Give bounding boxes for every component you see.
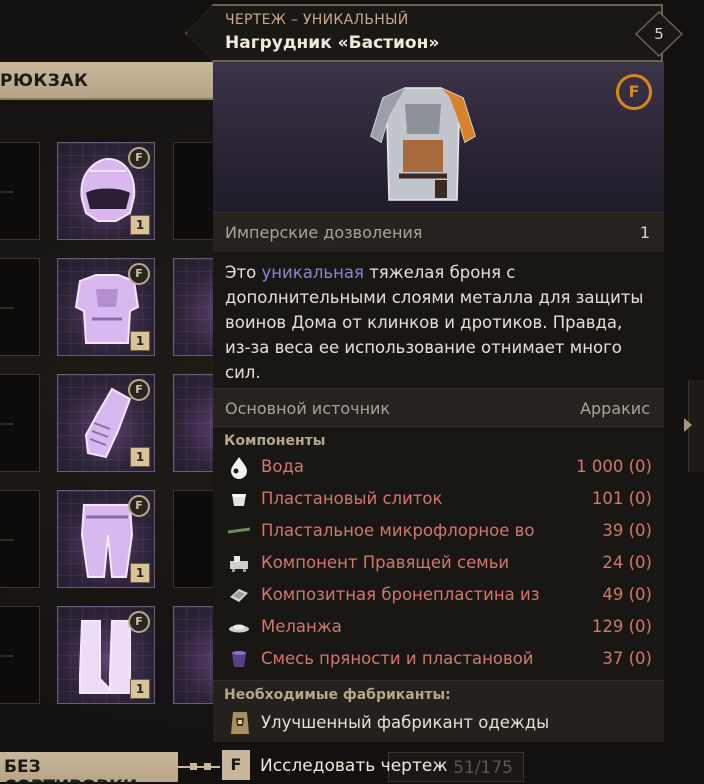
component-row: Смесь пряности и пластановой 37 (0)	[213, 643, 664, 675]
melange-icon	[229, 624, 249, 633]
backpack-header: РЮКЗАК	[0, 62, 215, 100]
permissions-value: 1	[639, 223, 650, 242]
item-tooltip: ЧЕРТЕЖ – УНИКАЛЬНЫЙ Нагрудник «Бастион» …	[185, 0, 683, 742]
blueprint-badge-icon: F	[128, 495, 150, 517]
component-name: Пластальное микрофлорное во	[261, 521, 535, 540]
tier-badge: 1	[130, 331, 150, 351]
component-name: Компонент Правящей семьи	[261, 553, 510, 572]
source-row: Основной источник Арракис	[213, 388, 664, 426]
blueprint-badge-icon: F	[616, 74, 652, 110]
blueprint-badge-icon: F	[128, 611, 150, 633]
fabricators-section: Необходимые фабриканты: Улучшенный фабри…	[213, 680, 664, 742]
spice-mix-icon	[232, 651, 246, 667]
item-name: Нагрудник «Бастион»	[225, 33, 440, 53]
fabricators-title: Необходимые фабриканты:	[224, 687, 451, 703]
sort-label: БЕЗ СОРТИРОВКИ	[4, 757, 137, 784]
inventory-slot-empty[interactable]	[0, 142, 40, 240]
blueprint-badge-icon: F	[128, 379, 150, 401]
scroll-arrow-icon[interactable]	[684, 380, 704, 472]
inventory-slot-empty[interactable]	[0, 374, 40, 472]
inventory-slot-helmet[interactable]: F 1	[57, 142, 155, 240]
component-amount: 101 (0)	[591, 489, 652, 508]
component-amount: 39 (0)	[602, 521, 652, 540]
component-amount: 24 (0)	[602, 553, 652, 572]
component-row: Пластановый слиток 101 (0)	[213, 483, 664, 515]
item-preview: F	[213, 62, 664, 212]
component-row: Композитная бронепластина из 49 (0)	[213, 579, 664, 611]
inventory-slot-empty[interactable]	[0, 490, 40, 588]
backpack-title: РЮКЗАК	[0, 71, 89, 91]
component-name: Композитная бронепластина из	[261, 585, 540, 604]
blueprint-badge-icon: F	[128, 147, 150, 169]
research-blueprint-action[interactable]: Исследовать чертеж	[260, 756, 448, 776]
armor-plate-icon	[230, 589, 248, 602]
sort-button[interactable]: БЕЗ СОРТИРОВКИ	[0, 752, 178, 784]
inventory-slot-empty[interactable]	[0, 258, 40, 356]
component-name: Вода	[261, 457, 304, 476]
component-row: Вода 1 000 (0)	[213, 451, 664, 483]
inventory-slot-gauntlet[interactable]: F 1	[57, 374, 155, 472]
component-row: Меланжа 129 (0)	[213, 611, 664, 643]
tier-badge: 1	[130, 563, 150, 583]
component-row: Компонент Правящей семьи 24 (0)	[213, 547, 664, 579]
inventory-slot-empty[interactable]	[0, 606, 40, 704]
water-drop-icon	[231, 457, 247, 479]
component-amount: 49 (0)	[602, 585, 652, 604]
blueprint-badge-icon: F	[128, 263, 150, 285]
component-name: Пластановый слиток	[261, 489, 443, 508]
fiber-icon	[227, 527, 251, 534]
permissions-label: Имперские дозволения	[225, 223, 423, 242]
description-prefix: Это	[225, 263, 257, 282]
plastanium-ingot-icon	[232, 494, 246, 506]
item-category: ЧЕРТЕЖ – УНИКАЛЬНЫЙ	[225, 12, 409, 28]
fabricator-name: Улучшенный фабрикант одежды	[261, 713, 550, 732]
source-value: Арракис	[580, 399, 650, 418]
component-row: Пластальное микрофлорное во 39 (0)	[213, 515, 664, 547]
research-key-hint[interactable]: F	[222, 750, 250, 780]
tier-badge: 1	[130, 215, 150, 235]
component-amount: 37 (0)	[602, 649, 652, 668]
component-name: Смесь пряности и пластановой	[261, 649, 534, 668]
component-amount: 1 000 (0)	[576, 457, 652, 476]
source-label: Основной источник	[225, 399, 391, 418]
tier-badge: 1	[130, 447, 150, 467]
component-name: Меланжа	[261, 617, 342, 636]
chest-armor-preview-icon	[370, 87, 476, 201]
components-section: Компоненты Вода 1 000 (0) Пластановый сл…	[213, 426, 664, 680]
rarity-highlight: уникальная	[261, 263, 364, 282]
component-amount: 129 (0)	[591, 617, 652, 636]
fabricator-row: Улучшенный фабрикант одежды	[213, 707, 664, 739]
inventory-slot-leggings[interactable]: F 1	[57, 490, 155, 588]
components-title: Компоненты	[224, 433, 326, 449]
fabricator-icon	[231, 712, 249, 734]
great-house-component-icon	[230, 556, 248, 572]
permissions-row: Имперские дозволения 1	[213, 212, 664, 252]
tier-badge: 1	[130, 679, 150, 699]
item-description: Это уникальная тяжелая броня с дополните…	[213, 252, 664, 388]
sort-connector	[178, 763, 220, 770]
inventory-slot-chest[interactable]: F 1	[57, 258, 155, 356]
inventory-slot-boots[interactable]: F 1	[57, 606, 155, 704]
